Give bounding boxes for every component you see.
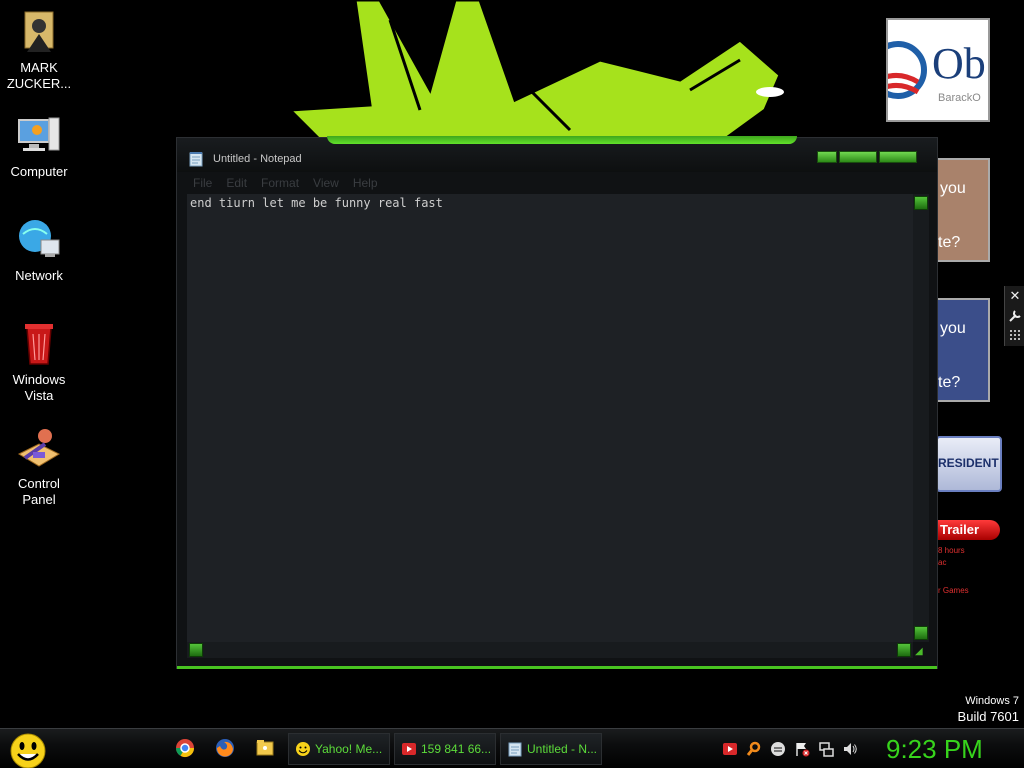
- trailer-line2: ac: [938, 558, 947, 567]
- maximize-button[interactable]: [839, 151, 877, 163]
- video-icon: [402, 743, 416, 755]
- desktop-icon-label: Windows Vista: [12, 372, 66, 403]
- volume-icon[interactable]: [842, 741, 858, 757]
- photo-gadget-1-line2: te?: [938, 234, 961, 251]
- scroll-right-button[interactable]: [897, 643, 911, 657]
- desktop-icon-network[interactable]: Network: [0, 216, 78, 284]
- vertical-scrollbar[interactable]: [913, 194, 929, 642]
- menu-format[interactable]: Format: [261, 174, 299, 192]
- obama-logo-text: Ob: [932, 39, 986, 88]
- horizontal-scrollbar[interactable]: [187, 642, 913, 658]
- photo-gadget-2[interactable]: you te?: [936, 298, 990, 402]
- menu-help[interactable]: Help: [353, 174, 378, 192]
- menu-bar: File Edit Format View Help: [187, 174, 935, 192]
- desktop-icon-label: Control Panel: [18, 476, 60, 507]
- president-gadget-text: RESIDENT: [938, 456, 999, 470]
- taskbar-button-video[interactable]: 159 841 66...: [394, 733, 496, 765]
- action-center-flag-icon[interactable]: [794, 741, 810, 757]
- firefox-icon[interactable]: [214, 737, 236, 759]
- window-title: Untitled - Notepad: [213, 153, 302, 165]
- desktop-icon-windows-vista[interactable]: Windows Vista: [0, 320, 78, 404]
- taskbar-button-notepad[interactable]: Untitled - N...: [500, 733, 602, 765]
- video-tray-icon[interactable]: [722, 741, 738, 757]
- notepad-icon: [508, 742, 522, 757]
- desktop: MARK ZUCKER... Computer Network Windows …: [0, 0, 1024, 768]
- scroll-left-button[interactable]: [189, 643, 203, 657]
- notepad-window[interactable]: Untitled - Notepad File Edit Format View…: [176, 136, 938, 669]
- build-watermark: Windows 7 Build 7601: [958, 694, 1019, 726]
- task-label: 159 841 66...: [421, 742, 492, 756]
- window-bottom-glow: [177, 666, 937, 669]
- scroll-down-button[interactable]: [914, 626, 928, 640]
- control-panel-icon: [17, 429, 61, 467]
- photo-gadget-1-line1: you: [940, 180, 966, 197]
- yahoo-messenger-icon: [296, 742, 310, 756]
- desktop-icon-label: Computer: [10, 164, 68, 179]
- gadget-close-icon[interactable]: ✕: [1005, 286, 1024, 306]
- obama-gadget[interactable]: Ob BarackO: [886, 18, 990, 122]
- folder-icon[interactable]: [254, 737, 276, 759]
- close-button[interactable]: [879, 151, 917, 163]
- desktop-icon-control-panel[interactable]: Control Panel: [0, 424, 78, 508]
- desktop-icon-mark-zucker[interactable]: MARK ZUCKER...: [0, 8, 78, 92]
- taskbar-clock[interactable]: 9:23 PM: [886, 732, 983, 766]
- task-label: Untitled - N...: [527, 742, 598, 756]
- trailer-gadget[interactable]: Trailer 8 hours ac r Games: [936, 518, 1002, 602]
- trailer-title: Trailer: [940, 522, 980, 537]
- trailer-line3: r Games: [938, 586, 969, 595]
- gadget-options-icon[interactable]: [1005, 306, 1024, 326]
- network-tray-icon[interactable]: [818, 741, 834, 757]
- text-edit-area[interactable]: end tiurn let me be funny real fast: [187, 194, 913, 642]
- user-folder-icon: [24, 11, 54, 52]
- photo-gadget-2-line2: te?: [938, 374, 961, 391]
- start-smiley-icon[interactable]: [8, 731, 48, 768]
- photo-gadget-2-line1: you: [940, 320, 966, 337]
- window-top-glow: [327, 136, 797, 144]
- task-label: Yahoo! Me...: [315, 742, 383, 756]
- scroll-up-button[interactable]: [914, 196, 928, 210]
- taskbar-button-yahoo-messenger[interactable]: Yahoo! Me...: [288, 733, 390, 765]
- recycle-bin-icon: [25, 324, 53, 365]
- desktop-icon-label: MARK ZUCKER...: [6, 60, 72, 91]
- president-gadget[interactable]: RESIDENT: [936, 436, 1002, 492]
- gadget-drag-icon[interactable]: [1005, 326, 1024, 346]
- resize-grip-icon[interactable]: ◢: [915, 646, 927, 658]
- taskbar: Yahoo! Me... 159 841 66... Untitled - N.…: [0, 728, 1024, 768]
- minimize-button[interactable]: [817, 151, 837, 163]
- chrome-icon[interactable]: [174, 737, 196, 759]
- caption-buttons: [817, 151, 917, 163]
- gadget-toolbar: ✕: [1004, 286, 1024, 346]
- messenger-tray-icon[interactable]: [770, 741, 786, 757]
- photo-gadget-1[interactable]: you te?: [936, 158, 990, 262]
- network-icon: [19, 220, 60, 257]
- desktop-icon-computer[interactable]: Computer: [0, 112, 78, 180]
- watermark-build: Build 7601: [957, 709, 1019, 724]
- watermark-os: Windows 7: [965, 695, 1019, 707]
- trailer-line1: 8 hours: [938, 546, 965, 555]
- menu-edit[interactable]: Edit: [226, 174, 247, 192]
- search-icon[interactable]: [746, 741, 762, 757]
- menu-file[interactable]: File: [193, 174, 212, 192]
- computer-icon: [18, 117, 60, 151]
- document-text[interactable]: end tiurn let me be funny real fast: [190, 196, 443, 210]
- wallpaper-art: [286, 0, 784, 150]
- desktop-icon-label: Network: [15, 268, 63, 283]
- notepad-icon: [189, 152, 203, 167]
- menu-view[interactable]: View: [313, 174, 339, 192]
- obama-sub-text: BarackO: [938, 92, 981, 104]
